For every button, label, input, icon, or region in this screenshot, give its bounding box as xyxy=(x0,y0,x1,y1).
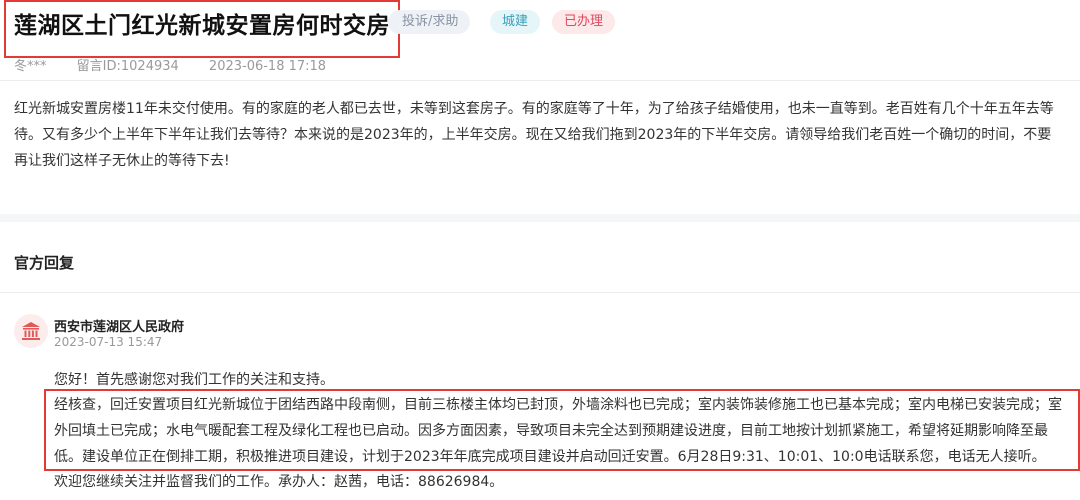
reply-closing: 欢迎您继续关注并监督我们的工作。承办人：赵茜，电话：88626984。 xyxy=(54,474,504,490)
reply-section-title: 官方回复 xyxy=(14,254,75,272)
message-date: 2023-06-18 17:18 xyxy=(208,59,327,74)
avatar xyxy=(14,314,48,348)
reply-date: 2023-07-13 15:47 xyxy=(54,335,163,349)
tag-type[interactable]: 投诉/求助 xyxy=(388,10,471,34)
message-meta: 冬*** 留言ID:1024934 2023-06-18 17:18 xyxy=(14,55,352,74)
page-title: 莲湖区土门红光新城安置房何时交房 xyxy=(14,13,390,39)
tag-category[interactable]: 城建 xyxy=(490,10,541,34)
message-body: 红光新城安置房楼11年未交付使用。有的家庭的老人都已去世，未等到这套房子。有的家… xyxy=(14,101,1054,169)
message-id: 留言ID:1024934 xyxy=(76,59,179,74)
status-badge: 已办理 xyxy=(552,10,616,34)
divider xyxy=(0,292,1080,293)
section-separator xyxy=(0,214,1080,222)
government-building-icon xyxy=(22,322,40,340)
divider xyxy=(0,80,1080,81)
author-name: 冬*** xyxy=(14,59,47,74)
department-name: 西安市莲湖区人民政府 xyxy=(54,320,185,335)
reply-main-text: 经核查，回迁安置项目红光新城位于团结西路中段南侧，目前三栋楼主体均已封顶，外墙涂… xyxy=(54,397,1062,465)
